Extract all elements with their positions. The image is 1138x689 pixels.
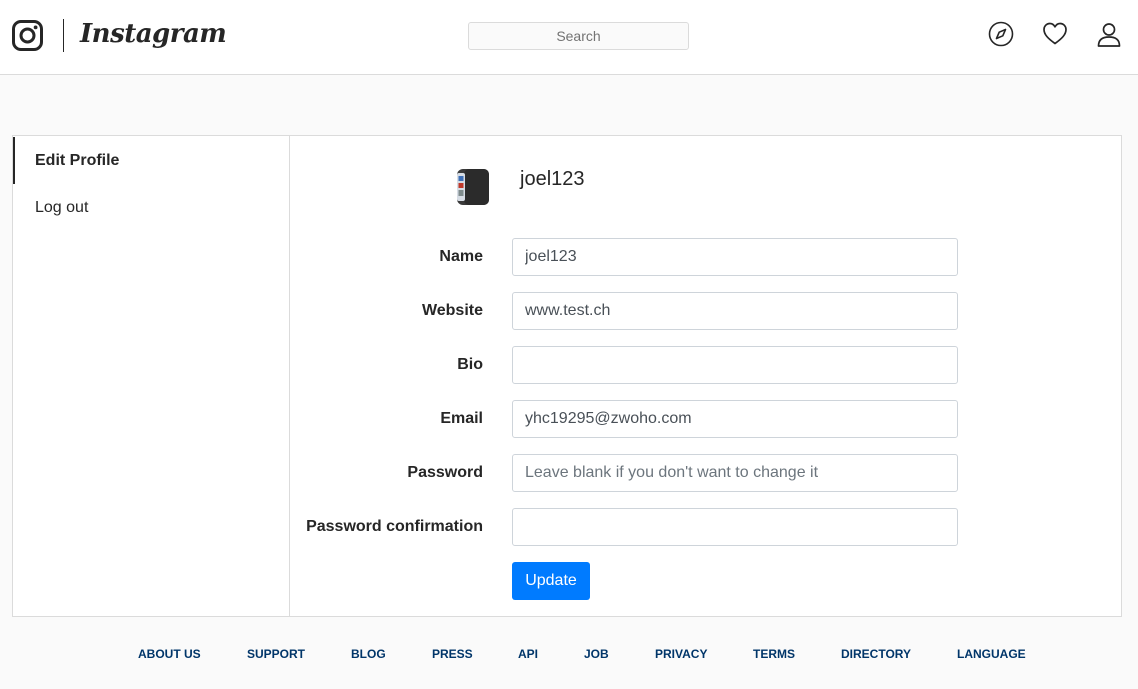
heart-icon[interactable] <box>1042 21 1068 47</box>
search-input[interactable] <box>468 22 689 50</box>
footer-link-blog[interactable]: Blog <box>351 645 386 663</box>
email-field[interactable] <box>512 400 958 438</box>
sidebar-item-log-out[interactable]: Log out <box>13 184 289 231</box>
update-button[interactable]: Update <box>512 562 590 600</box>
sidebar-item-edit-profile[interactable]: Edit Profile <box>13 137 289 184</box>
top-navigation-bar: Instagram <box>0 0 1138 75</box>
footer-link-language[interactable]: Language <box>957 645 1026 663</box>
password-label: Password <box>407 464 483 481</box>
edit-profile-card: Edit Profile Log out joel123 Name Websit… <box>12 135 1122 617</box>
footer-link-terms[interactable]: Terms <box>753 645 795 663</box>
password-field[interactable] <box>512 454 958 492</box>
bio-field[interactable] <box>512 346 958 384</box>
email-label: Email <box>440 410 483 427</box>
profile-username: joel123 <box>520 168 585 190</box>
instagram-glyph-icon[interactable] <box>12 20 43 51</box>
website-label: Website <box>421 302 483 319</box>
website-field[interactable] <box>512 292 958 330</box>
logo-divider <box>63 19 64 52</box>
footer-link-about-us[interactable]: About us <box>138 645 201 663</box>
user-icon[interactable] <box>1096 21 1122 47</box>
footer-links: About us Support Blog Press API Job Priv… <box>0 645 1138 665</box>
avatar[interactable] <box>454 167 489 207</box>
footer-link-directory[interactable]: Directory <box>841 645 911 663</box>
bio-label: Bio <box>457 356 483 373</box>
password-confirmation-field[interactable] <box>512 508 958 546</box>
settings-sidebar: Edit Profile Log out <box>13 136 290 616</box>
footer-link-privacy[interactable]: Privacy <box>655 645 707 663</box>
password-confirmation-label: Password confirmation <box>306 518 483 535</box>
compass-icon[interactable] <box>988 21 1014 47</box>
footer-link-job[interactable]: Job <box>584 645 609 663</box>
name-field[interactable] <box>512 238 958 276</box>
footer-link-press[interactable]: Press <box>432 645 473 663</box>
name-label: Name <box>439 248 483 265</box>
footer-link-api[interactable]: API <box>518 645 538 663</box>
footer-link-support[interactable]: Support <box>247 645 305 663</box>
instagram-wordmark[interactable]: Instagram <box>80 16 227 52</box>
